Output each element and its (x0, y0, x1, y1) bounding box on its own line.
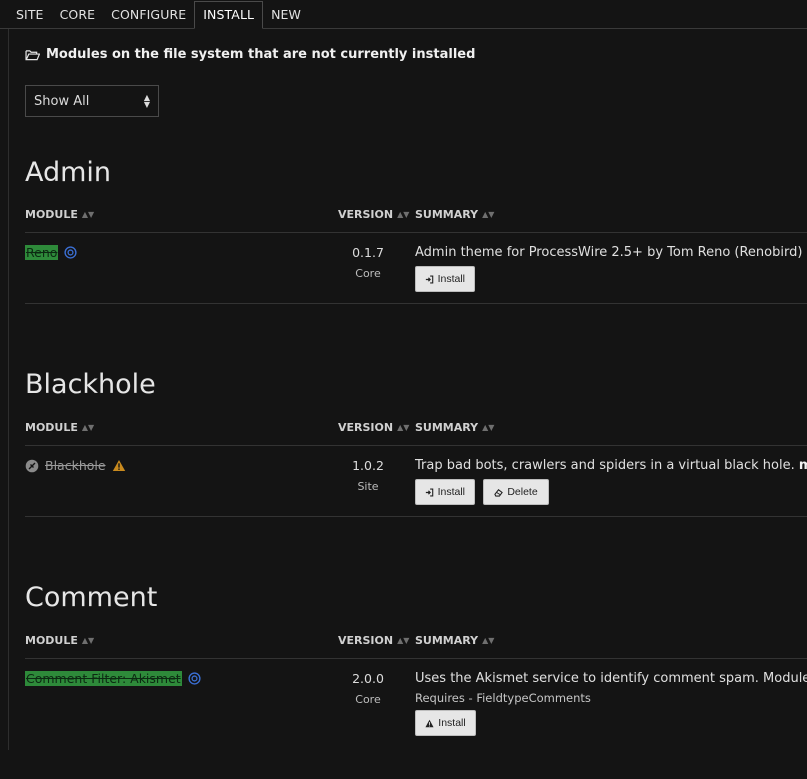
tab-configure[interactable]: CONFIGURE (103, 7, 194, 28)
install-button-label: Install (437, 273, 465, 285)
sort-icon: ▲▼ (81, 636, 95, 645)
column-header-version[interactable]: VERSION ▲▼ (338, 421, 409, 434)
divider (25, 445, 807, 446)
module-summary-text: Trap bad bots, crawlers and spiders in a… (415, 458, 795, 473)
module-source: Core (355, 693, 381, 706)
module-version: 1.0.2 (352, 458, 384, 473)
column-header-label: MODULE (25, 208, 78, 221)
install-button[interactable]: Install (415, 710, 476, 736)
plug-icon (25, 459, 39, 472)
column-header-summary[interactable]: SUMMARY ▲▼ (415, 208, 494, 221)
divider (25, 303, 807, 304)
module-source: Core (355, 267, 381, 280)
module-name-comment-filter-akismet[interactable]: Comment Filter: Akismet (25, 671, 201, 686)
install-button[interactable]: Install (415, 479, 475, 505)
install-panel: Modules on the file system that are not … (8, 29, 807, 750)
processwire-core-icon (188, 672, 201, 685)
select-arrows-icon: ▲ ▼ (143, 93, 150, 109)
module-name-reno[interactable]: Reno (25, 245, 77, 260)
sort-icon: ▲▼ (397, 423, 410, 432)
sign-in-icon (425, 275, 434, 283)
section-title: Blackhole (25, 369, 156, 400)
divider (25, 516, 807, 517)
module-name-text: Blackhole (45, 458, 106, 473)
page-heading: Modules on the file system that are not … (25, 47, 475, 62)
column-header-label: SUMMARY (415, 421, 479, 434)
tab-site[interactable]: SITE (8, 7, 52, 28)
sort-icon: ▲▼ (81, 423, 95, 432)
column-header-label: MODULE (25, 634, 78, 647)
module-source: Site (357, 480, 379, 493)
sort-icon: ▲▼ (397, 210, 410, 219)
tab-core[interactable]: CORE (52, 7, 104, 28)
module-summary: Trap bad bots, crawlers and spiders in a… (415, 458, 807, 473)
sort-icon: ▲▼ (482, 423, 495, 432)
delete-button[interactable]: Delete (483, 479, 549, 505)
section-admin: Admin MODULE ▲▼ VERSION ▲▼ SUMMARY ▲▼ Reno … (25, 157, 807, 337)
column-header-label: SUMMARY (415, 634, 479, 647)
column-header-label: VERSION (338, 208, 394, 221)
column-header-module[interactable]: MODULE ▲▼ (25, 634, 94, 647)
tab-new[interactable]: NEW (263, 7, 309, 28)
column-header-label: VERSION (338, 634, 394, 647)
warning-icon (112, 460, 125, 471)
section-title: Admin (25, 157, 112, 188)
more-link[interactable]: more (799, 458, 807, 473)
divider (25, 232, 807, 233)
column-header-module[interactable]: MODULE ▲▼ (25, 208, 94, 221)
column-header-label: MODULE (25, 421, 78, 434)
eraser-icon (494, 488, 504, 497)
column-header-module[interactable]: MODULE ▲▼ (25, 421, 94, 434)
section-comment: Comment MODULE ▲▼ VERSION ▲▼ SUMMARY ▲▼ Com… (25, 582, 807, 779)
column-header-version[interactable]: VERSION ▲▼ (338, 208, 409, 221)
sort-icon: ▲▼ (397, 636, 410, 645)
processwire-core-icon (64, 246, 77, 259)
delete-button-label: Delete (507, 486, 538, 498)
module-name-text: Comment Filter: Akismet (25, 671, 182, 686)
warning-icon (425, 719, 434, 727)
module-summary: Admin theme for ProcessWire 2.5+ by Tom … (415, 245, 803, 260)
sort-icon: ▲▼ (81, 210, 95, 219)
section-title: Comment (25, 582, 158, 613)
install-button-label: Install (437, 486, 465, 498)
module-requires: Requires - FieldtypeComments (415, 691, 591, 705)
tab-install[interactable]: INSTALL (194, 1, 264, 29)
folder-open-icon (25, 49, 40, 60)
column-header-label: VERSION (338, 421, 394, 434)
sort-icon: ▲▼ (482, 636, 495, 645)
module-version: 0.1.7 (352, 245, 384, 260)
column-header-version[interactable]: VERSION ▲▼ (338, 634, 409, 647)
page-heading-text: Modules on the file system that are not … (46, 47, 476, 62)
sort-icon: ▲▼ (482, 210, 495, 219)
install-button[interactable]: Install (415, 266, 475, 292)
module-summary: Uses the Akismet service to identify com… (415, 671, 807, 686)
filter-select-value: Show All (34, 93, 90, 109)
module-name-text: Reno (25, 245, 59, 260)
tab-bar: SITE CORE CONFIGURE INSTALL NEW (0, 0, 807, 29)
section-blackhole: Blackhole MODULE ▲▼ VERSION ▲▼ SUMMARY ▲▼ B… (25, 369, 807, 559)
column-header-label: SUMMARY (415, 208, 479, 221)
filter-select[interactable]: Show All ▲ ▼ (25, 85, 159, 117)
module-version: 2.0.0 (352, 671, 384, 686)
install-button-label: Install (438, 717, 466, 729)
divider (25, 658, 807, 659)
column-header-summary[interactable]: SUMMARY ▲▼ (415, 421, 494, 434)
column-header-summary[interactable]: SUMMARY ▲▼ (415, 634, 494, 647)
module-name-blackhole[interactable]: Blackhole (25, 458, 126, 473)
sign-in-icon (425, 488, 434, 496)
